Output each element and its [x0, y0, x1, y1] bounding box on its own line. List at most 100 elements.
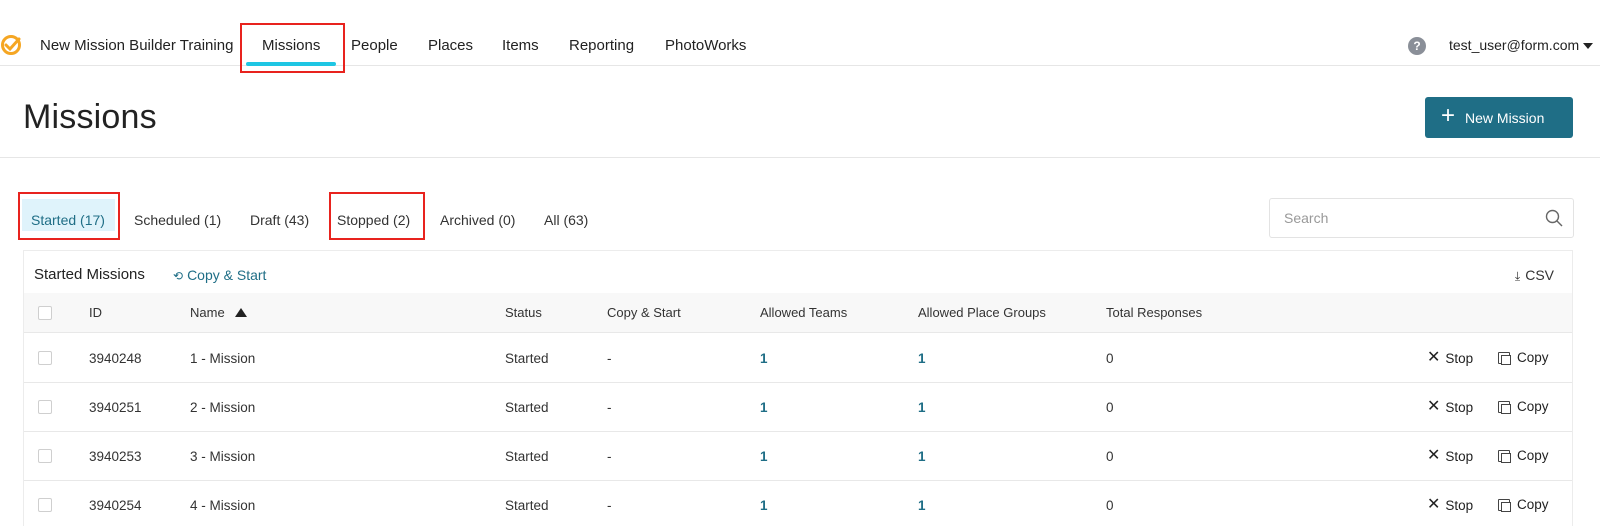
nav-item-people[interactable]: People: [351, 37, 398, 54]
copy-start-link[interactable]: ⟲ Copy & Start: [173, 267, 266, 283]
stop-button[interactable]: ✕ Stop: [1427, 497, 1473, 513]
copy-button[interactable]: Copy: [1498, 399, 1549, 414]
cell-allowed-teams-link[interactable]: 1: [760, 449, 768, 464]
copy-label: Copy: [1517, 497, 1549, 512]
cell-place-groups-link[interactable]: 1: [918, 400, 926, 415]
cell-copy-start: -: [607, 498, 612, 513]
stop-button[interactable]: ✕ Stop: [1427, 399, 1473, 415]
copy-icon: [1498, 498, 1511, 512]
stop-label: Stop: [1445, 350, 1474, 366]
row-checkbox[interactable]: [38, 351, 52, 365]
page-title: Missions: [23, 98, 157, 136]
cell-place-groups-link[interactable]: 1: [918, 498, 926, 513]
nav-item-items[interactable]: Items: [502, 37, 539, 54]
cell-place-groups-link[interactable]: 1: [918, 351, 926, 366]
column-header-allowed-place-groups[interactable]: Allowed Place Groups: [918, 305, 1046, 320]
top-nav: New Mission Builder Training Missions Pe…: [0, 0, 1600, 73]
search-input[interactable]: [1270, 199, 1520, 237]
cell-id: 3940251: [89, 400, 142, 415]
cell-status: Started: [505, 351, 549, 366]
nav-item-reporting[interactable]: Reporting: [569, 37, 634, 54]
missions-card: Started Missions ⟲ Copy & Start ⤓ CSV ID N…: [23, 250, 1573, 526]
column-header-copy-start[interactable]: Copy & Start: [607, 305, 681, 320]
stop-button[interactable]: ✕ Stop: [1427, 350, 1473, 366]
column-header-status[interactable]: Status: [505, 305, 542, 320]
cell-allowed-teams-link[interactable]: 1: [760, 498, 768, 513]
cell-copy-start: -: [607, 351, 612, 366]
column-header-name-label: Name: [190, 305, 225, 320]
copy-button[interactable]: Copy: [1498, 448, 1549, 463]
copy-icon: [1498, 449, 1511, 463]
copy-label: Copy: [1517, 448, 1549, 463]
cell-id: 3940254: [89, 498, 142, 513]
highlight-box-started-tab: [18, 192, 120, 240]
history-icon: ⟲: [173, 269, 184, 283]
cell-name[interactable]: 4 - Mission: [190, 498, 255, 513]
new-mission-label: New Mission: [1465, 109, 1545, 126]
stop-label: Stop: [1445, 399, 1474, 415]
table-row: 3940248 1 - Mission Started - 1 1 0 ✕ Sto…: [24, 334, 1572, 383]
cell-status: Started: [505, 400, 549, 415]
cell-name[interactable]: 3 - Mission: [190, 449, 255, 464]
highlight-box-missions-nav: [240, 23, 345, 73]
csv-download-link[interactable]: ⤓ CSV: [1515, 267, 1554, 284]
cell-total-responses: 0: [1106, 400, 1114, 415]
cell-name[interactable]: 1 - Mission: [190, 351, 255, 366]
table-row: 3940251 2 - Mission Started - 1 1 0 ✕ Sto…: [24, 383, 1572, 432]
column-header-allowed-teams[interactable]: Allowed Teams: [760, 305, 847, 320]
user-menu[interactable]: test_user@form.com: [1449, 37, 1594, 53]
copy-icon: [1498, 400, 1511, 414]
csv-label: CSV: [1525, 267, 1554, 283]
highlight-box-stopped-tab: [329, 192, 425, 240]
logo-check-icon[interactable]: [0, 34, 22, 56]
cell-name[interactable]: 2 - Mission: [190, 400, 255, 415]
stop-button[interactable]: ✕ Stop: [1427, 448, 1473, 464]
column-header-id[interactable]: ID: [89, 305, 102, 320]
row-checkbox[interactable]: [38, 498, 52, 512]
copy-start-label: Copy & Start: [187, 267, 267, 283]
cell-copy-start: -: [607, 400, 612, 415]
cell-place-groups-link[interactable]: 1: [918, 449, 926, 464]
cell-allowed-teams-link[interactable]: 1: [760, 400, 768, 415]
copy-button[interactable]: Copy: [1498, 497, 1549, 512]
cell-status: Started: [505, 449, 549, 464]
nav-item-photoworks[interactable]: PhotoWorks: [665, 37, 746, 54]
copy-button[interactable]: Copy: [1498, 350, 1549, 365]
table-header: ID Name Status Copy & Start Allowed Team…: [24, 293, 1572, 333]
close-icon: ✕: [1427, 398, 1441, 415]
close-icon: ✕: [1427, 447, 1441, 464]
cell-id: 3940248: [89, 351, 142, 366]
select-all-checkbox[interactable]: [38, 306, 52, 320]
cell-status: Started: [505, 498, 549, 513]
cell-id: 3940253: [89, 449, 142, 464]
close-icon: ✕: [1427, 349, 1441, 366]
card-title: Started Missions: [34, 266, 145, 283]
cell-copy-start: -: [607, 449, 612, 464]
nav-item-places[interactable]: Places: [428, 37, 473, 54]
cell-total-responses: 0: [1106, 449, 1114, 464]
stop-label: Stop: [1445, 448, 1474, 464]
copy-icon: [1498, 351, 1511, 365]
search-box: [1269, 198, 1574, 238]
help-icon[interactable]: ?: [1408, 37, 1426, 55]
row-checkbox[interactable]: [38, 449, 52, 463]
cell-total-responses: 0: [1106, 351, 1114, 366]
tab-archived[interactable]: Archived (0): [440, 212, 515, 228]
sort-ascending-icon: [234, 308, 247, 317]
tab-scheduled[interactable]: Scheduled (1): [134, 212, 221, 228]
user-email: test_user@form.com: [1449, 37, 1580, 53]
tab-draft[interactable]: Draft (43): [250, 212, 309, 228]
new-mission-button[interactable]: + New Mission: [1425, 97, 1573, 138]
column-header-total-responses[interactable]: Total Responses: [1106, 305, 1202, 320]
search-icon[interactable]: [1545, 209, 1563, 227]
cell-total-responses: 0: [1106, 498, 1114, 513]
tab-all[interactable]: All (63): [544, 212, 588, 228]
table-row: 3940254 4 - Mission Started - 1 1 0 ✕ Sto…: [24, 481, 1572, 526]
stop-label: Stop: [1445, 497, 1474, 513]
row-checkbox[interactable]: [38, 400, 52, 414]
close-icon: ✕: [1427, 496, 1441, 513]
app-title[interactable]: New Mission Builder Training: [40, 37, 233, 54]
table-row: 3940253 3 - Mission Started - 1 1 0 ✕ Sto…: [24, 432, 1572, 481]
cell-allowed-teams-link[interactable]: 1: [760, 351, 768, 366]
column-header-name[interactable]: Name: [190, 305, 247, 320]
